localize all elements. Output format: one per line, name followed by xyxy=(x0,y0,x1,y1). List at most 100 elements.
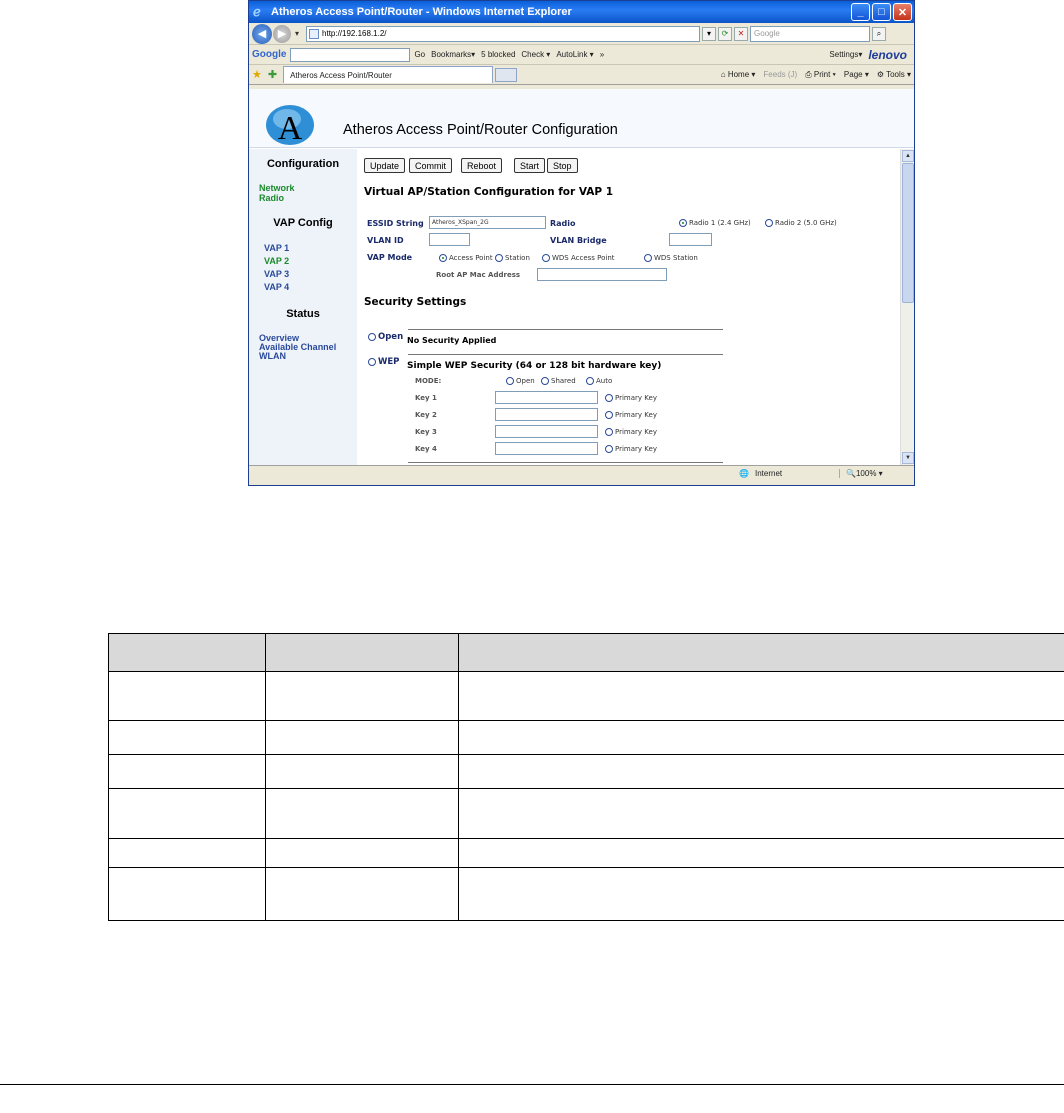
forward-button[interactable]: ▶ xyxy=(273,24,291,43)
spellcheck-button[interactable]: Check ▾ xyxy=(521,50,550,59)
key2-primary-radio[interactable] xyxy=(605,411,613,419)
zoom-level: 100% xyxy=(855,469,877,478)
minimize-button[interactable]: _ xyxy=(851,3,870,21)
key2-input[interactable] xyxy=(495,408,598,421)
security-open-radio[interactable] xyxy=(368,333,376,341)
key1-primary-radio[interactable] xyxy=(605,394,613,402)
back-button[interactable]: ◀ xyxy=(252,23,272,44)
stop-button-page[interactable]: Stop xyxy=(547,158,578,173)
radio1-radio[interactable] xyxy=(679,219,687,227)
autolink-button[interactable]: AutoLink ▾ xyxy=(556,50,593,59)
sidebar-item-vap3[interactable]: VAP 3 xyxy=(249,270,289,279)
mode-wds-station-option[interactable]: WDS Station xyxy=(644,254,698,262)
key3-input[interactable] xyxy=(495,425,598,438)
zoom-button[interactable]: 🔍100% ▾ xyxy=(839,469,883,478)
gear-icon: ⚙ xyxy=(876,69,884,79)
key4-input[interactable] xyxy=(495,442,598,455)
vlan-bridge-input[interactable] xyxy=(669,233,712,246)
security-open-label: Open xyxy=(378,332,404,342)
page-header: A Atheros Access Point/Router Configurat… xyxy=(249,89,914,148)
root-ap-mac-input[interactable] xyxy=(537,268,667,281)
popup-blocked-button[interactable]: 5 blocked xyxy=(481,50,515,59)
key4-primary-option[interactable]: Primary Key xyxy=(605,445,657,453)
settings-button[interactable]: Settings▾ xyxy=(829,50,862,59)
wep-mode-label: MODE: xyxy=(415,377,442,385)
wep-mode-open-radio[interactable] xyxy=(506,377,514,385)
wep-mode-shared-option[interactable]: Shared xyxy=(541,377,576,385)
go-button[interactable]: Go xyxy=(414,50,425,59)
sidebar-item-vap4[interactable]: VAP 4 xyxy=(249,283,289,292)
close-button[interactable]: ✕ xyxy=(893,3,912,21)
sidebar-item-radio[interactable]: Radio xyxy=(249,194,284,203)
table-cell xyxy=(108,867,266,921)
mode-access-point-option[interactable]: Access Point xyxy=(439,254,493,262)
key2-primary-option[interactable]: Primary Key xyxy=(605,411,657,419)
search-button[interactable]: ⌕ xyxy=(872,26,887,41)
scroll-down-arrow-icon[interactable]: ▼ xyxy=(902,452,914,464)
key1-primary-option[interactable]: Primary Key xyxy=(605,394,657,402)
key3-primary-radio[interactable] xyxy=(605,428,613,436)
mode-station-option[interactable]: Station xyxy=(495,254,530,262)
key1-label: Key 1 xyxy=(415,394,437,402)
security-wep-option[interactable]: WEP xyxy=(368,357,399,367)
mode-access-point-radio[interactable] xyxy=(439,254,447,262)
mode-wds-station-radio[interactable] xyxy=(644,254,652,262)
more-button[interactable]: » xyxy=(600,50,604,59)
page-menu-button[interactable]: Page ▾ xyxy=(844,70,869,80)
google-search-input[interactable] xyxy=(290,47,411,62)
sidebar-item-network[interactable]: Network xyxy=(249,184,295,193)
new-tab-button[interactable] xyxy=(495,67,518,82)
favorites-star-icon[interactable]: ★ xyxy=(252,68,262,81)
url-input[interactable]: http://192.168.1.2/ xyxy=(306,25,701,42)
table-cell xyxy=(108,838,266,868)
radio2-radio[interactable] xyxy=(765,219,773,227)
scroll-up-arrow-icon[interactable]: ▲ xyxy=(902,150,914,162)
wep-mode-open-option[interactable]: Open xyxy=(506,377,535,385)
wep-mode-shared-radio[interactable] xyxy=(541,377,549,385)
security-open-option[interactable]: Open xyxy=(368,332,403,342)
mode-wds-ap-radio[interactable] xyxy=(542,254,550,262)
vlan-id-input[interactable] xyxy=(429,233,470,246)
maximize-button[interactable]: □ xyxy=(872,3,891,21)
config-heading: Configuration xyxy=(266,158,340,170)
refresh-button[interactable]: ⟳ xyxy=(718,26,733,41)
mode-station-radio[interactable] xyxy=(495,254,503,262)
radio1-option[interactable]: Radio 1 (2.4 GHz) xyxy=(679,219,751,227)
table-header-row xyxy=(108,633,1064,672)
bookmarks-button[interactable]: Bookmarks▾ xyxy=(431,50,475,59)
sidebar-item-wlan[interactable]: WLAN xyxy=(249,352,286,361)
sidebar-item-vap1[interactable]: VAP 1 xyxy=(249,244,289,253)
home-button[interactable]: ⌂ Home ▾ xyxy=(721,70,756,80)
wep-mode-auto-label: Auto xyxy=(596,377,613,385)
print-button[interactable]: ⎙ Print ▾ xyxy=(805,70,836,80)
main-panel: Update Commit Reboot Start Stop Virtual … xyxy=(357,149,899,465)
history-dropdown-icon[interactable]: ▾ xyxy=(295,29,299,38)
wep-mode-auto-radio[interactable] xyxy=(586,377,594,385)
stop-button[interactable]: ✕ xyxy=(734,26,749,41)
update-button[interactable]: Update xyxy=(364,158,406,173)
mode-wds-ap-option[interactable]: WDS Access Point xyxy=(542,254,615,262)
url-dropdown-button[interactable]: ▾ xyxy=(702,26,717,41)
essid-input[interactable]: Atheros_XSpan_2G xyxy=(429,216,546,229)
scroll-thumb[interactable] xyxy=(902,163,914,303)
vertical-scrollbar[interactable]: ▲ ▼ xyxy=(900,149,914,465)
reboot-button[interactable]: Reboot xyxy=(461,158,503,173)
start-button[interactable]: Start xyxy=(514,158,546,173)
search-input[interactable]: Google xyxy=(750,25,871,42)
add-favorites-icon[interactable]: ✚ xyxy=(268,68,277,81)
sidebar-item-vap2[interactable]: VAP 2 xyxy=(249,257,289,266)
tab-atheros[interactable]: Atheros Access Point/Router xyxy=(283,66,494,83)
key1-input[interactable] xyxy=(495,391,598,404)
security-wep-radio[interactable] xyxy=(368,358,376,366)
key4-primary-radio[interactable] xyxy=(605,445,613,453)
page-content: A Atheros Access Point/Router Configurat… xyxy=(249,89,914,465)
table-cell xyxy=(265,754,459,789)
radio2-option[interactable]: Radio 2 (5.0 GHz) xyxy=(765,219,837,227)
security-title: Security Settings xyxy=(364,296,467,308)
commit-button[interactable]: Commit xyxy=(409,158,452,173)
key3-primary-option[interactable]: Primary Key xyxy=(605,428,657,436)
feeds-button[interactable]: Feeds (J) xyxy=(763,70,797,80)
wep-mode-auto-option[interactable]: Auto xyxy=(586,377,612,385)
tools-menu-button[interactable]: ⚙ Tools ▾ xyxy=(877,70,911,80)
essid-label: ESSID String xyxy=(367,219,424,228)
